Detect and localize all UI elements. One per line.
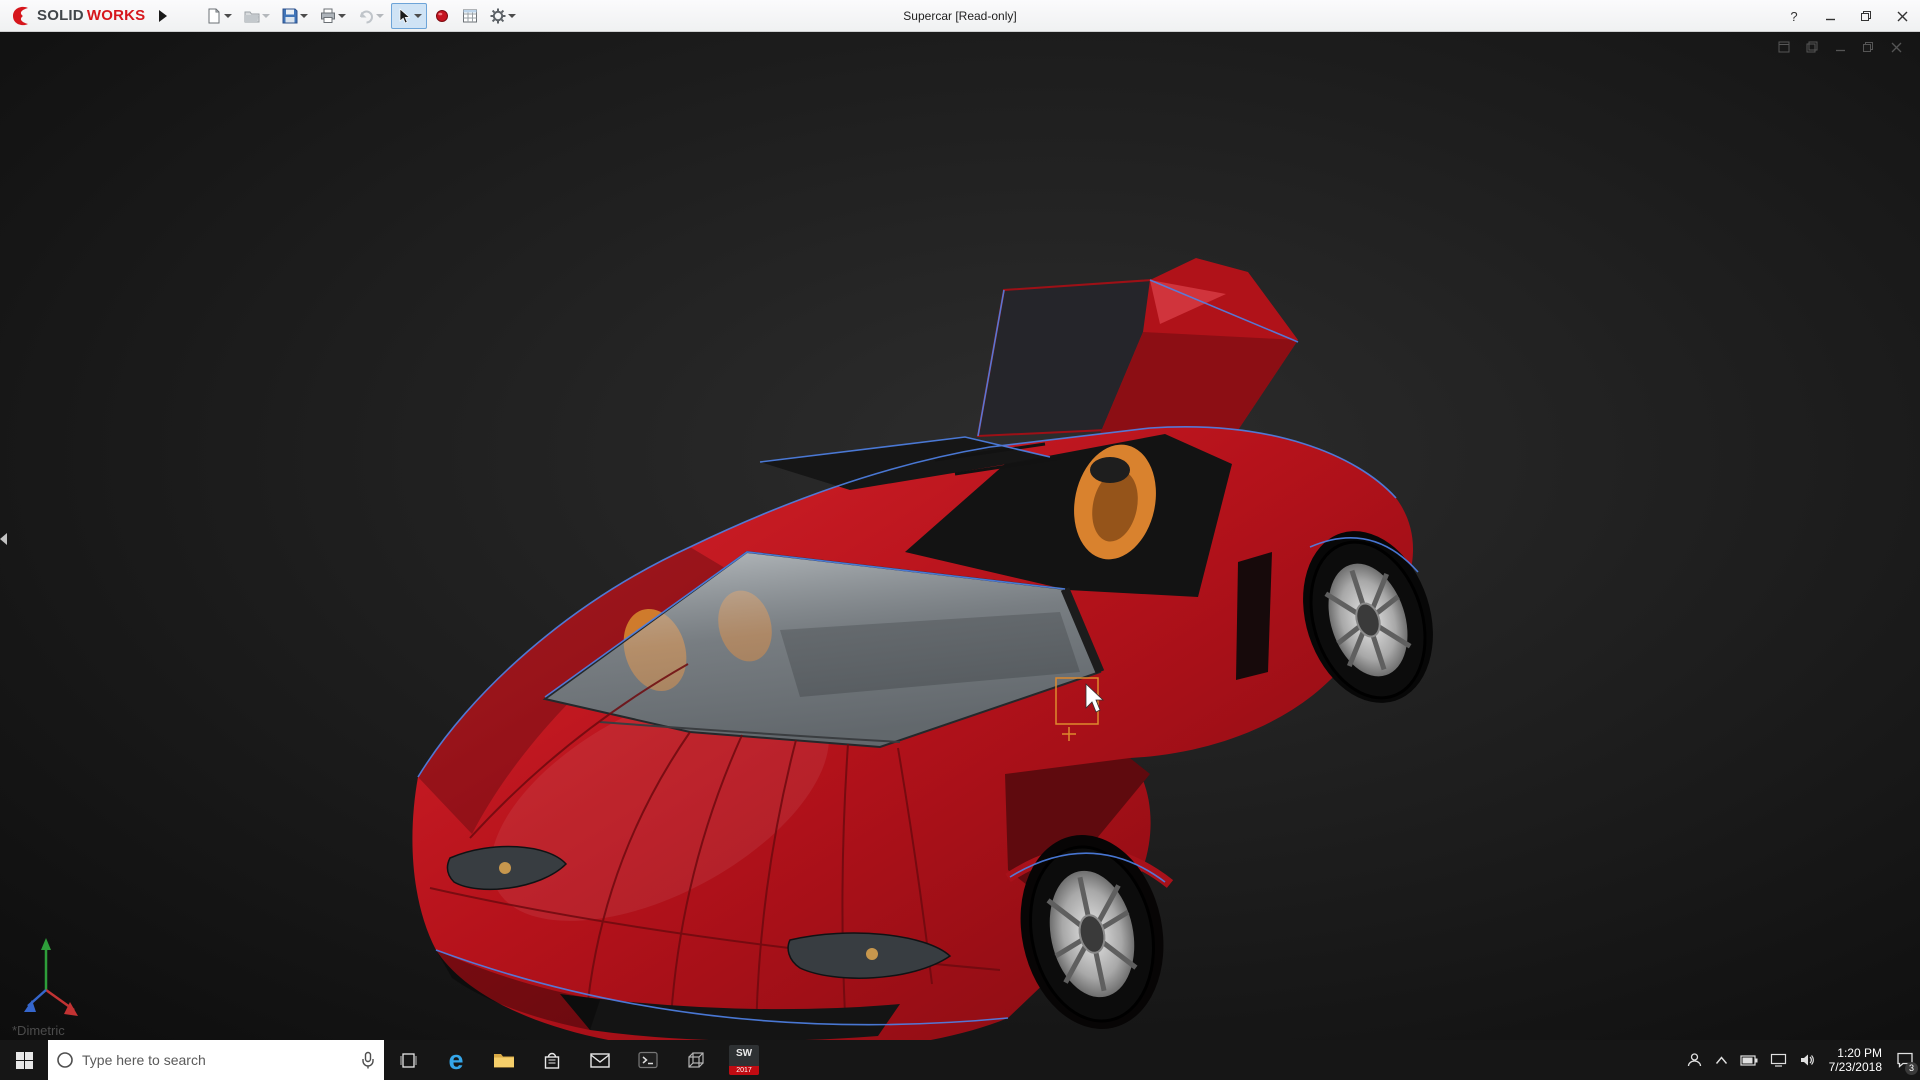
close-icon	[1897, 11, 1908, 22]
search-input[interactable]	[82, 1052, 352, 1068]
chevron-down-icon	[376, 14, 384, 18]
select-cursor-icon	[396, 8, 412, 24]
brand-solid: SOLID	[37, 7, 84, 24]
chevron-up-icon	[1715, 1056, 1728, 1065]
microphone-icon[interactable]	[360, 1051, 376, 1069]
minimize-icon	[1825, 11, 1836, 22]
chevron-down-icon	[262, 14, 270, 18]
cube-icon	[686, 1050, 706, 1070]
tray-expand-button[interactable]	[1709, 1040, 1734, 1080]
close-icon	[1891, 42, 1902, 53]
print-button[interactable]	[315, 3, 351, 29]
child-restore-button[interactable]	[1860, 40, 1876, 54]
close-button[interactable]	[1884, 0, 1920, 32]
open-folder-icon	[244, 8, 260, 24]
child-minimize-button[interactable]	[1832, 40, 1848, 54]
child-close-button[interactable]	[1888, 40, 1904, 54]
chevron-left-icon	[0, 533, 7, 545]
print-icon	[320, 8, 336, 24]
battery-button[interactable]	[1734, 1040, 1764, 1080]
solidworks-taskbar-button[interactable]: SW 2017	[720, 1040, 768, 1080]
child-cascade-button[interactable]	[1804, 40, 1820, 54]
network-icon	[1770, 1053, 1787, 1067]
store-bag-icon	[543, 1051, 561, 1070]
restore-button[interactable]	[1848, 0, 1884, 32]
new-document-button[interactable]	[201, 3, 237, 29]
child-new-window-button[interactable]	[1776, 40, 1792, 54]
minimize-button[interactable]	[1812, 0, 1848, 32]
undo-arrow-icon	[358, 8, 374, 24]
chevron-down-icon	[300, 14, 308, 18]
orientation-label: *Dimetric	[12, 1023, 65, 1038]
windows-logo-icon	[16, 1052, 33, 1069]
folder-icon	[493, 1051, 515, 1069]
chevron-down-icon	[338, 14, 346, 18]
volume-button[interactable]	[1793, 1040, 1821, 1080]
new-document-icon	[206, 8, 222, 24]
cube-app-button[interactable]	[672, 1040, 720, 1080]
terminal-button[interactable]	[624, 1040, 672, 1080]
restore-icon	[1860, 10, 1872, 22]
options-button[interactable]	[485, 3, 521, 29]
battery-icon	[1740, 1055, 1758, 1066]
toolbar-flyout-arrow[interactable]	[159, 10, 167, 22]
chevron-down-icon	[224, 14, 232, 18]
gear-icon	[490, 8, 506, 24]
window-icon	[1778, 41, 1790, 53]
clock-time: 1:20 PM	[1829, 1046, 1882, 1060]
sheet-grid-icon	[462, 8, 478, 24]
network-button[interactable]	[1764, 1040, 1793, 1080]
system-tray: 1:20 PM 7/23/2018 3	[1680, 1040, 1920, 1080]
child-window-controls	[1776, 40, 1904, 54]
terminal-icon	[638, 1051, 658, 1069]
taskbar-clock[interactable]: 1:20 PM 7/23/2018	[1821, 1046, 1890, 1074]
red-sphere-icon	[434, 8, 450, 24]
clock-date: 7/23/2018	[1829, 1060, 1882, 1074]
chevron-down-icon	[508, 14, 516, 18]
edge-button[interactable]: e	[432, 1040, 480, 1080]
taskbar-search	[48, 1040, 384, 1080]
brand-works: WORKS	[87, 7, 146, 24]
minimize-icon	[1835, 42, 1846, 53]
people-button[interactable]	[1680, 1040, 1709, 1080]
people-icon	[1686, 1052, 1703, 1068]
select-button[interactable]	[391, 3, 427, 29]
save-button[interactable]	[277, 3, 313, 29]
help-button[interactable]: ?	[1776, 0, 1812, 32]
restore-icon	[1862, 41, 1874, 53]
edge-icon: e	[448, 1047, 463, 1074]
cortana-circle-icon	[56, 1051, 74, 1069]
titlebar: SOLID WORKS	[0, 0, 1920, 32]
save-floppy-icon	[282, 8, 298, 24]
taskbar: e SW	[0, 1040, 1920, 1080]
solidworks-icon-year: 2017	[729, 1066, 759, 1075]
red-sphere-button[interactable]	[429, 3, 455, 29]
mail-button[interactable]	[576, 1040, 624, 1080]
solidworks-icon-label: SW	[736, 1048, 752, 1059]
viewport[interactable]: *Dimetric	[0, 32, 1920, 1040]
action-center-button[interactable]: 3	[1890, 1040, 1920, 1080]
sheet-properties-button[interactable]	[457, 3, 483, 29]
car-model[interactable]	[0, 32, 1920, 1040]
task-view-button[interactable]	[384, 1040, 432, 1080]
toolbar	[201, 3, 521, 29]
cascade-windows-icon	[1806, 41, 1818, 53]
volume-icon	[1799, 1053, 1815, 1067]
open-button[interactable]	[239, 3, 275, 29]
mail-envelope-icon	[590, 1053, 610, 1068]
solidworks-swirl-icon	[10, 4, 34, 28]
file-explorer-button[interactable]	[480, 1040, 528, 1080]
store-button[interactable]	[528, 1040, 576, 1080]
solidworks-app-icon: SW 2017	[729, 1045, 759, 1075]
solidworks-logo: SOLID WORKS	[0, 4, 145, 28]
chevron-down-icon	[414, 14, 422, 18]
task-view-icon	[399, 1052, 418, 1069]
start-button[interactable]	[0, 1040, 48, 1080]
undo-button[interactable]	[353, 3, 389, 29]
panel-collapse-tab[interactable]	[0, 524, 10, 554]
notification-badge: 3	[1905, 1062, 1918, 1075]
